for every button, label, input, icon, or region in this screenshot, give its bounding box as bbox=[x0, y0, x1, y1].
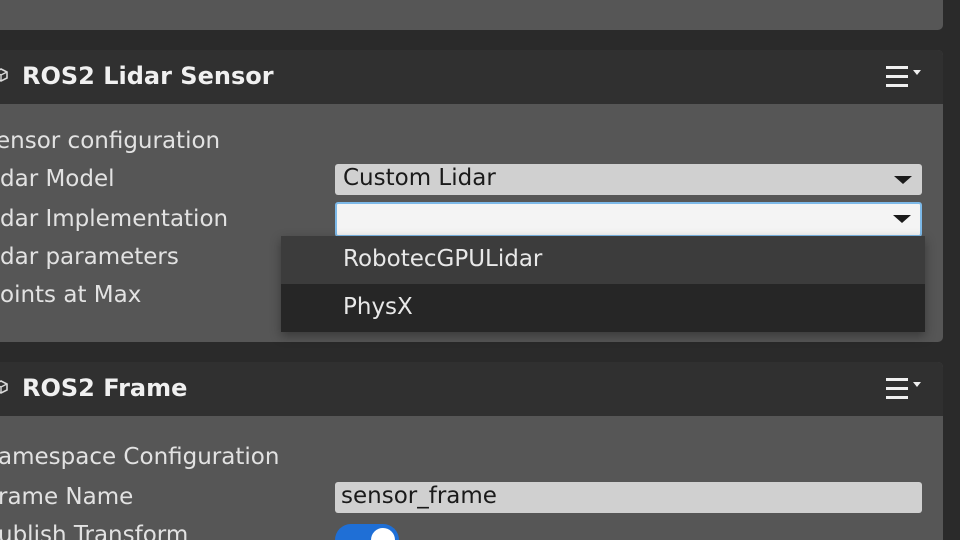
component-title: ROS2 Lidar Sensor bbox=[22, 62, 274, 90]
frame-name-field[interactable]: sensor_frame bbox=[335, 482, 922, 513]
lidar-model-combobox[interactable]: Custom Lidar bbox=[335, 164, 922, 195]
dropdown-option-label: RobotecGPULidar bbox=[343, 246, 543, 272]
inspector-panel: ROS2 Lidar Sensor ensor configuration da… bbox=[0, 0, 960, 540]
component-icon bbox=[0, 380, 8, 394]
previous-component-panel bbox=[0, 0, 943, 30]
component-header[interactable]: ROS2 Lidar Sensor bbox=[0, 50, 943, 104]
component-header[interactable]: ROS2 Frame bbox=[0, 362, 943, 416]
publish-transform-label: ublish Transform bbox=[0, 522, 189, 540]
toggle-knob bbox=[371, 528, 395, 540]
chevron-down-icon bbox=[893, 215, 911, 223]
ros2-frame-component: ROS2 Frame amespace Configuration rame N… bbox=[0, 362, 943, 540]
frame-name-value: sensor_frame bbox=[341, 483, 497, 509]
lidar-model-label: dar Model bbox=[0, 166, 115, 192]
dropdown-option-physx[interactable]: PhysX bbox=[281, 284, 925, 332]
dropdown-option-label: PhysX bbox=[343, 294, 413, 320]
hamburger-menu-icon[interactable] bbox=[884, 376, 926, 402]
dropdown-option-robotecgpulidar[interactable]: RobotecGPULidar bbox=[281, 236, 925, 284]
lidar-implementation-combobox[interactable] bbox=[335, 202, 922, 237]
section-label-sensor-configuration[interactable]: ensor configuration bbox=[0, 128, 220, 154]
chevron-down-icon bbox=[894, 176, 912, 184]
lidar-implementation-dropdown: RobotecGPULidar PhysX bbox=[281, 236, 925, 332]
hamburger-menu-icon[interactable] bbox=[884, 64, 926, 90]
lidar-implementation-label: dar Implementation bbox=[0, 206, 229, 232]
section-label-namespace-configuration[interactable]: amespace Configuration bbox=[0, 444, 279, 470]
lidar-parameters-label[interactable]: dar parameters bbox=[0, 244, 179, 270]
lidar-model-value: Custom Lidar bbox=[343, 165, 496, 191]
frame-name-label: rame Name bbox=[0, 484, 134, 510]
component-icon bbox=[0, 68, 8, 82]
component-title: ROS2 Frame bbox=[22, 374, 188, 402]
publish-transform-toggle[interactable] bbox=[335, 524, 399, 540]
points-at-max-label: oints at Max bbox=[0, 282, 142, 308]
